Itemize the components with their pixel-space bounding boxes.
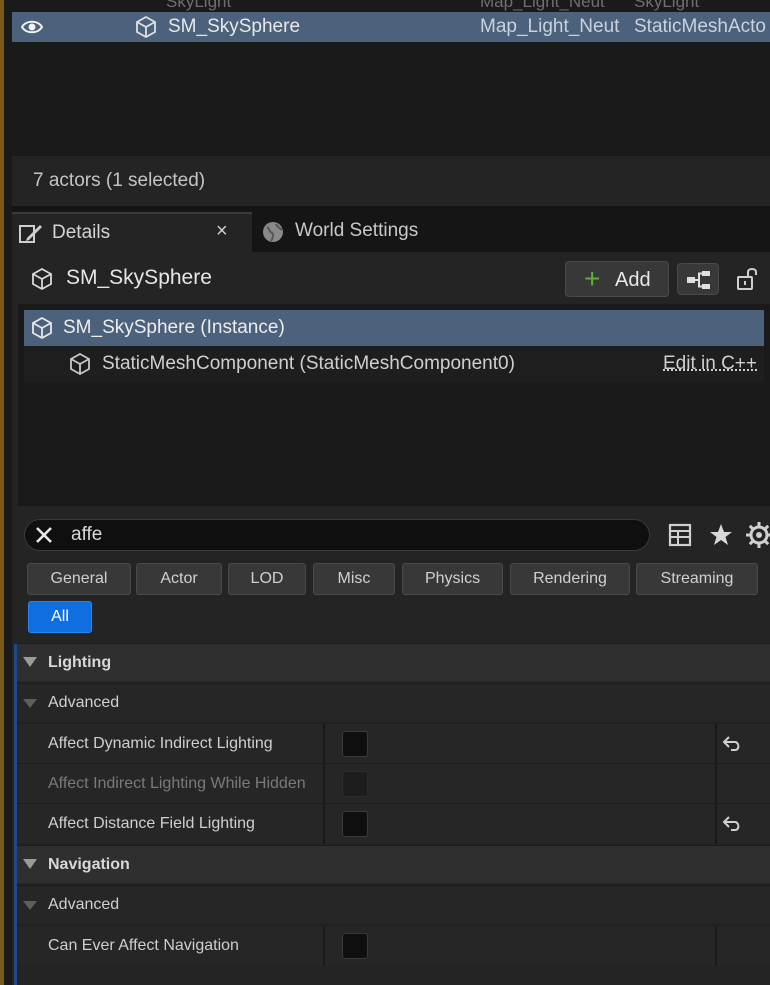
property-can-ever-affect-navigation: Can Ever Affect Navigation	[17, 925, 770, 965]
details-search-box	[24, 519, 650, 551]
unlock-icon[interactable]	[735, 266, 759, 297]
filter-all[interactable]: All	[28, 601, 92, 633]
tab-world-settings-label: World Settings	[295, 220, 418, 242]
outliner-row-partial[interactable]: SkyLight Map_Light_Neut SkyLight	[12, 0, 770, 12]
column-divider	[715, 724, 717, 764]
column-divider	[715, 764, 717, 804]
expand-arrow-icon	[23, 901, 37, 910]
outliner-row-name: SM_SkySphere	[168, 16, 300, 38]
property-label: Affect Indirect Lighting While Hidden	[48, 775, 306, 793]
expand-arrow-icon	[23, 699, 37, 708]
property-checkbox	[342, 771, 368, 797]
cube-icon	[30, 316, 54, 345]
category-lighting[interactable]: Lighting	[17, 643, 770, 681]
outliner-row-level: Map_Light_Neut	[480, 0, 605, 12]
globe-icon	[262, 221, 284, 248]
property-label: Can Ever Affect Navigation	[48, 937, 239, 955]
filter-misc[interactable]: Misc	[313, 563, 395, 595]
blueprint-button[interactable]	[677, 263, 719, 295]
filter-actor[interactable]: Actor	[136, 563, 222, 595]
close-tab-button[interactable]: ×	[216, 220, 228, 243]
subcategory-label: Advanced	[48, 694, 119, 712]
pencil-icon	[18, 222, 44, 251]
tab-details[interactable]: Details ×	[12, 212, 252, 252]
column-divider	[715, 926, 717, 966]
reset-arrow-icon[interactable]	[721, 813, 743, 840]
actor-count-text: 7 actors (1 selected)	[33, 170, 205, 192]
star-icon[interactable]	[708, 522, 734, 553]
subcategory-navigation-advanced[interactable]: Advanced	[17, 885, 770, 923]
column-divider[interactable]	[323, 764, 325, 804]
table-icon[interactable]	[667, 522, 693, 553]
column-divider[interactable]	[323, 804, 325, 844]
property-label: Affect Dynamic Indirect Lighting	[48, 735, 273, 753]
filter-physics[interactable]: Physics	[402, 563, 503, 595]
component-child-row[interactable]: StaticMeshComponent (StaticMeshComponent…	[24, 346, 764, 382]
cube-icon	[68, 352, 92, 381]
subcategory-label: Advanced	[48, 896, 119, 914]
property-affect-indirect-lighting-while-hidden: Affect Indirect Lighting While Hidden	[17, 763, 770, 803]
plus-icon: +	[584, 263, 600, 295]
add-component-button[interactable]: + Add	[565, 261, 669, 297]
filter-streaming[interactable]: Streaming	[636, 563, 758, 595]
outliner-empty-area[interactable]	[12, 42, 770, 156]
component-child-label: StaticMeshComponent (StaticMeshComponent…	[102, 353, 515, 375]
filter-rendering[interactable]: Rendering	[510, 563, 630, 595]
cube-icon	[30, 267, 54, 296]
blueprint-icon	[686, 269, 712, 291]
outliner-row-type: SkyLight	[634, 0, 699, 12]
add-button-label: Add	[615, 269, 651, 292]
property-affect-dynamic-indirect-lighting: Affect Dynamic Indirect Lighting	[17, 723, 770, 763]
component-root-row[interactable]: SM_SkySphere (Instance)	[24, 310, 764, 346]
property-checkbox[interactable]	[342, 731, 368, 757]
outliner-row-type: StaticMeshActo	[634, 16, 766, 38]
expand-arrow-icon	[23, 657, 37, 667]
component-root-label: SM_SkySphere (Instance)	[63, 317, 285, 339]
eye-icon[interactable]	[20, 16, 44, 44]
category-navigation[interactable]: Navigation	[17, 845, 770, 883]
outliner-status-bar: 7 actors (1 selected)	[12, 156, 770, 206]
gear-icon[interactable]	[745, 521, 770, 554]
window-edge-inner	[4, 0, 12, 985]
close-icon[interactable]	[31, 522, 57, 553]
edit-in-cpp-link[interactable]: Edit in C++	[663, 353, 757, 375]
outliner-row-selected[interactable]: SM_SkySphere Map_Light_Neut StaticMeshAc…	[12, 12, 770, 42]
category-label: Navigation	[48, 856, 130, 874]
reset-arrow-icon[interactable]	[721, 733, 743, 760]
tab-details-label: Details	[52, 222, 110, 244]
expand-arrow-icon	[23, 859, 37, 869]
actor-name: SM_SkySphere	[66, 266, 212, 290]
category-label: Lighting	[48, 654, 111, 672]
column-divider	[715, 804, 717, 844]
property-checkbox[interactable]	[342, 933, 368, 959]
property-label: Affect Distance Field Lighting	[48, 815, 255, 833]
search-input[interactable]	[71, 522, 631, 548]
outliner-row-level: Map_Light_Neut	[480, 16, 626, 38]
column-divider[interactable]	[323, 724, 325, 764]
filter-lod[interactable]: LOD	[228, 563, 306, 595]
property-checkbox[interactable]	[342, 811, 368, 837]
filter-general[interactable]: General	[27, 563, 131, 595]
property-affect-distance-field-lighting: Affect Distance Field Lighting	[17, 803, 770, 843]
column-divider[interactable]	[323, 926, 325, 966]
cube-icon	[134, 15, 158, 45]
outliner-row-name: SkyLight	[166, 0, 231, 12]
subcategory-lighting-advanced[interactable]: Advanced	[17, 683, 770, 721]
